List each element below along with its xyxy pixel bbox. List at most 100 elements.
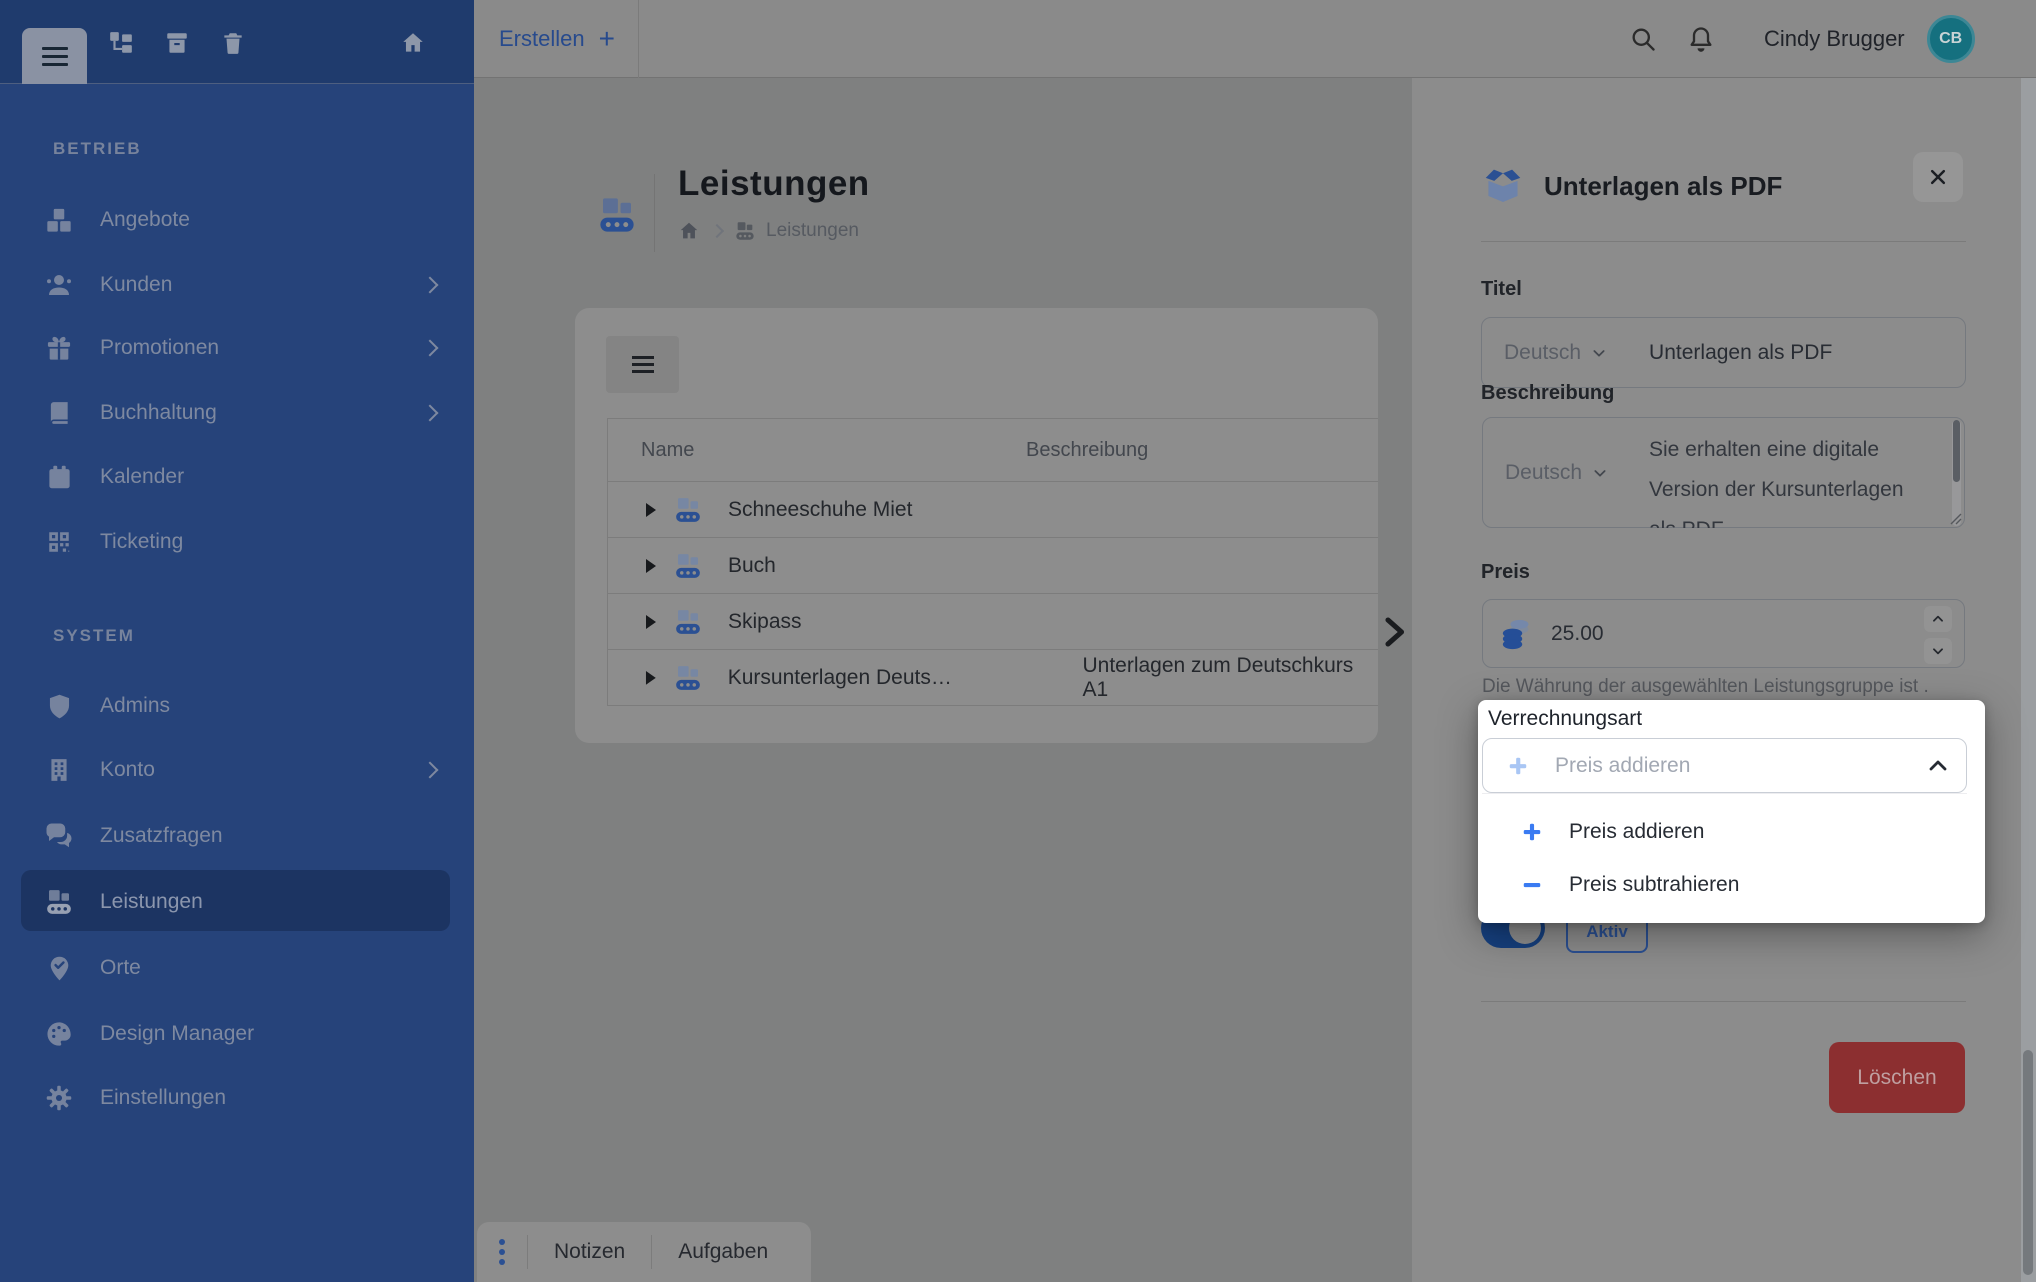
drawer-scrollbar[interactable] [2021, 78, 2036, 1282]
archive-icon[interactable] [164, 30, 190, 56]
user-menu[interactable]: Cindy Brugger CB [1764, 0, 1975, 78]
stepper-up-button[interactable] [1924, 606, 1952, 632]
sidebar-item-leistungen[interactable]: Leistungen [0, 882, 474, 922]
detail-drawer: Unterlagen als PDF Titel Deutsch Unterla… [1412, 78, 2036, 1282]
beschreibung-language-select[interactable]: Deutsch [1505, 461, 1608, 485]
plus-icon: + [599, 23, 615, 55]
option-preis-addieren[interactable]: Preis addieren [1482, 805, 1967, 858]
leistungen-table-card: Name Beschreibung Schneeschuhe Miet Buch [575, 308, 1378, 743]
topbar: Erstellen + Cindy Brugger CB [474, 0, 2036, 78]
leistung-icon [672, 607, 704, 637]
breadcrumb-current[interactable]: Leistungen [766, 220, 859, 242]
sidebar-item-design-manager[interactable]: Design Manager [0, 1014, 474, 1054]
drawer-title: Unterlagen als PDF [1544, 171, 1782, 202]
bell-icon[interactable] [1687, 25, 1715, 53]
sidebar-item-einstellungen[interactable]: Einstellungen [0, 1078, 474, 1118]
chat-icon [44, 821, 74, 851]
expand-caret-icon[interactable] [644, 614, 658, 630]
create-tab[interactable]: Erstellen + [499, 0, 615, 78]
breadcrumb-leistungen-icon [734, 220, 756, 242]
chevron-down-icon [1592, 465, 1608, 481]
column-header-beschreibung[interactable]: Beschreibung [1026, 439, 1148, 462]
sidebar-item-buchhaltung[interactable]: Buchhaltung [0, 393, 474, 433]
sidebar-toggle-button[interactable] [22, 28, 87, 84]
chevron-right-icon [422, 762, 439, 779]
stepper-down-button[interactable] [1924, 638, 1952, 664]
resize-handle-icon[interactable] [1950, 513, 1962, 525]
open-box-icon [1481, 166, 1525, 206]
chevron-up-icon [1931, 612, 1945, 626]
book-icon [44, 398, 74, 428]
leistung-icon [672, 551, 704, 581]
table-row[interactable]: Buch [608, 538, 1378, 594]
app-screen: BETRIEB Angebote Kunden Promotionen Buch… [0, 0, 2036, 1282]
bottombar-kebab-menu[interactable] [477, 1222, 527, 1282]
tab-notizen[interactable]: Notizen [528, 1222, 651, 1282]
sidebar-item-orte[interactable]: Orte [0, 948, 474, 988]
textarea-scrollbar[interactable] [1952, 420, 1961, 526]
drawer-scrollbar-thumb[interactable] [2023, 1050, 2033, 1275]
expand-caret-icon[interactable] [644, 670, 658, 686]
leistung-icon [672, 495, 704, 525]
qr-icon [44, 527, 74, 557]
sidebar-item-angebote[interactable]: Angebote [0, 200, 474, 240]
table-menu-button[interactable] [606, 336, 679, 393]
verrechnungsart-select[interactable]: Preis addieren [1482, 738, 1967, 793]
main-content: Leistungen Leistungen Name Beschreibung … [474, 78, 1412, 1282]
search-icon[interactable] [1629, 25, 1657, 53]
minus-icon [1521, 874, 1543, 896]
tab-aufgaben[interactable]: Aufgaben [652, 1222, 794, 1282]
delete-button[interactable]: Löschen [1829, 1042, 1965, 1113]
verrechnungsart-dropdown: Preis addieren Preis subtrahieren [1482, 793, 1967, 923]
breadcrumb-home-icon[interactable] [678, 220, 700, 242]
table-row[interactable]: Skipass [608, 594, 1378, 650]
sidebar-item-admins[interactable]: Admins [0, 686, 474, 726]
sidebar-item-promotionen[interactable]: Promotionen [0, 328, 474, 368]
beschreibung-label: Beschreibung [1481, 382, 1614, 405]
pin-check-icon [44, 953, 74, 983]
preis-label: Preis [1481, 561, 1530, 584]
table-header-row: Name Beschreibung [608, 419, 1378, 482]
cubes-icon [44, 205, 74, 235]
plus-icon [1521, 821, 1543, 843]
leistungen-page-icon [595, 194, 639, 236]
beschreibung-value: Sie erhalten eine digitale Version der K… [1649, 430, 1939, 528]
table-row[interactable]: Kursunterlagen Deuts… Unterlagen zum Deu… [608, 650, 1378, 706]
header-divider [654, 174, 655, 252]
chevron-up-icon [1926, 754, 1950, 778]
expand-caret-icon[interactable] [644, 558, 658, 574]
shield-icon [44, 691, 74, 721]
sidebar-item-kalender[interactable]: Kalender [0, 457, 474, 497]
beschreibung-textarea[interactable]: Deutsch Sie erhalten eine digitale Versi… [1482, 417, 1965, 528]
trash-icon[interactable] [220, 30, 246, 56]
breadcrumb: Leistungen [678, 218, 859, 244]
drawer-divider [1481, 241, 1966, 242]
close-button[interactable] [1913, 152, 1963, 202]
option-preis-subtrahieren[interactable]: Preis subtrahieren [1482, 858, 1967, 911]
titel-value: Unterlagen als PDF [1649, 341, 1832, 365]
home-icon[interactable] [400, 30, 426, 56]
sidebar-item-zusatzfragen[interactable]: Zusatzfragen [0, 816, 474, 856]
column-header-name[interactable]: Name [641, 439, 1026, 462]
calendar-icon [44, 462, 74, 492]
titel-input[interactable]: Deutsch Unterlagen als PDF [1481, 317, 1966, 388]
coins-icon [1499, 616, 1533, 652]
preis-helper-text: Die Währung der ausgewählten Leistungsgr… [1482, 676, 1972, 698]
preis-input[interactable]: 25.00 [1482, 599, 1965, 668]
breadcrumb-separator-icon [710, 224, 724, 238]
close-icon [1928, 167, 1948, 187]
titel-language-select[interactable]: Deutsch [1504, 341, 1607, 365]
plus-icon [1507, 755, 1529, 777]
gear-icon [44, 1083, 74, 1113]
topbar-divider [638, 0, 639, 78]
building-icon [44, 755, 74, 785]
tree-view-icon[interactable] [108, 30, 134, 56]
drawer-collapse-chevron[interactable] [1376, 614, 1412, 660]
sidebar: BETRIEB Angebote Kunden Promotionen Buch… [0, 0, 474, 1282]
preis-stepper [1924, 606, 1952, 664]
expand-caret-icon[interactable] [644, 502, 658, 518]
sidebar-item-kunden[interactable]: Kunden [0, 265, 474, 305]
sidebar-item-konto[interactable]: Konto [0, 750, 474, 790]
sidebar-item-ticketing[interactable]: Ticketing [0, 522, 474, 562]
table-row[interactable]: Schneeschuhe Miet [608, 482, 1378, 538]
